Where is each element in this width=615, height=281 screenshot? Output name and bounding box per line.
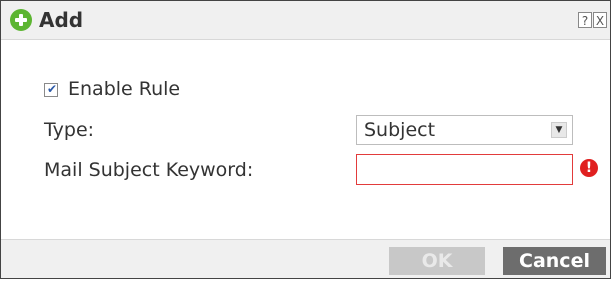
type-select[interactable]: Subject ▼: [356, 115, 573, 145]
error-icon: !: [580, 159, 598, 177]
type-select-value: Subject: [364, 119, 436, 141]
cancel-button[interactable]: Cancel: [503, 247, 606, 275]
dialog-title: Add: [39, 8, 84, 32]
mail-subject-keyword-input[interactable]: [356, 154, 573, 185]
enable-rule-checkbox[interactable]: ✔: [44, 82, 58, 97]
add-rule-dialog: Add ? X ✔ Enable Rule Type: Subject ▼ Ma…: [0, 0, 611, 279]
ok-button[interactable]: OK: [389, 247, 485, 275]
close-button[interactable]: X: [593, 12, 607, 28]
add-icon: [10, 9, 32, 31]
type-label: Type:: [44, 119, 95, 141]
chevron-down-icon[interactable]: ▼: [551, 122, 567, 138]
dialog-footer: OK Cancel: [1, 239, 610, 278]
help-button[interactable]: ?: [578, 12, 592, 28]
dialog-titlebar: Add ? X: [1, 1, 610, 40]
enable-rule-label: Enable Rule: [68, 78, 181, 100]
mail-subject-keyword-label: Mail Subject Keyword:: [44, 159, 254, 181]
checkmark-icon: ✔: [46, 82, 58, 96]
